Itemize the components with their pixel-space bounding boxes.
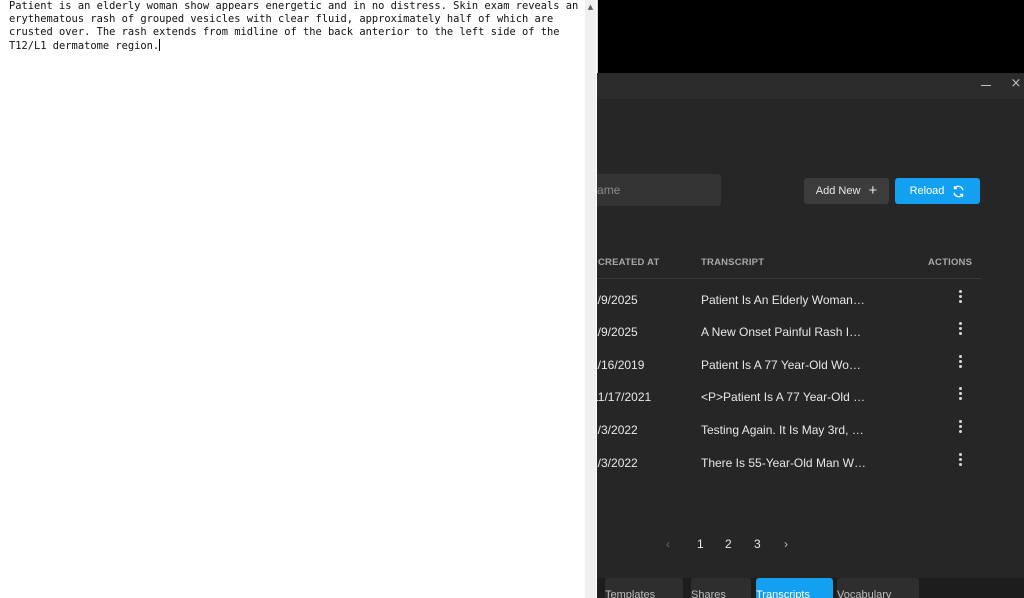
cell-created-at: 11/17/2021	[597, 390, 652, 404]
cell-transcript[interactable]: There Is 55-Year-Old Man Wit...	[701, 456, 867, 470]
cell-created-at: 2/3/2022	[597, 456, 638, 470]
more-actions-icon[interactable]	[951, 448, 969, 468]
more-actions-icon[interactable]	[951, 350, 969, 370]
add-new-button[interactable]: Add New +	[804, 178, 889, 204]
cell-transcript[interactable]: <P>Patient Is A 77 Year-Old W...	[701, 390, 867, 404]
notepad-textarea[interactable]: Patient is an elderly woman show appears…	[9, 0, 579, 53]
notepad-window[interactable]: Patient is an elderly woman show appears…	[0, 0, 598, 598]
cell-created-at: 1/16/2019	[597, 358, 645, 372]
cell-created-at: 2/3/2022	[597, 423, 638, 437]
column-header-created-at[interactable]: CREATED AT	[598, 257, 659, 268]
minimize-icon[interactable]	[981, 79, 993, 91]
tab-vocabulary[interactable]: Vocabulary	[837, 578, 919, 598]
more-actions-icon[interactable]	[951, 285, 969, 305]
cell-created-at: 1/9/2025	[597, 293, 638, 307]
transcripts-app-window: × Add New + Reload CREATED AT TRANSCRIPT…	[597, 73, 1024, 598]
pagination-prev-icon[interactable]: ‹	[666, 537, 670, 551]
search-field-container	[597, 174, 721, 206]
pagination-page-3[interactable]: 3	[754, 537, 761, 551]
tab-templates[interactable]: Templates	[605, 578, 683, 598]
column-header-actions: ACTIONS	[928, 257, 973, 268]
cell-transcript[interactable]: A New Onset Painful Rash In A...	[701, 325, 867, 339]
cell-created-at: 1/9/2025	[597, 325, 638, 339]
pagination-page-2[interactable]: 2	[725, 537, 732, 551]
table-row[interactable]: 11/17/2021 <P>Patient Is A 77 Year-Old W…	[597, 387, 981, 422]
search-input[interactable]	[597, 174, 721, 206]
close-icon[interactable]: ×	[1010, 77, 1022, 90]
cell-transcript[interactable]: Testing Again. It Is May 3rd, 8:1...	[701, 423, 867, 437]
table-row[interactable]: 1/9/2025 Patient Is An Elderly Woman S..…	[597, 290, 981, 325]
column-header-transcript[interactable]: TRANSCRIPT	[701, 257, 764, 268]
add-new-label: Add New	[815, 185, 861, 197]
more-actions-icon[interactable]	[951, 317, 969, 337]
more-actions-icon[interactable]	[951, 382, 969, 402]
scroll-up-arrow-icon[interactable]: ▲	[585, 0, 596, 14]
table-header-divider	[597, 278, 981, 279]
plus-icon: +	[868, 182, 878, 199]
cell-transcript[interactable]: Patient Is A 77 Year-Old Wom...	[701, 358, 867, 372]
reload-label: Reload	[909, 185, 945, 197]
pagination-next-icon[interactable]: ›	[784, 537, 788, 551]
notepad-scrollbar[interactable]: ▲	[585, 0, 596, 598]
app-titlebar: ×	[597, 73, 1024, 99]
table-row[interactable]: 1/9/2025 A New Onset Painful Rash In A..…	[597, 322, 981, 357]
tab-transcripts[interactable]: Transcripts	[756, 578, 833, 598]
notepad-content: Patient is an elderly woman show appears…	[9, 0, 585, 52]
text-caret	[159, 39, 161, 51]
tab-shares[interactable]: Shares	[691, 578, 751, 598]
reload-button[interactable]: Reload	[895, 178, 980, 204]
pagination-page-1[interactable]: 1	[697, 537, 704, 551]
table-row[interactable]: 1/16/2019 Patient Is A 77 Year-Old Wom..…	[597, 355, 981, 390]
table-row[interactable]: 2/3/2022 There Is 55-Year-Old Man Wit...	[597, 453, 981, 488]
table-row[interactable]: 2/3/2022 Testing Again. It Is May 3rd, 8…	[597, 420, 981, 455]
bottom-tab-bar: Templates Shares Transcripts Vocabulary	[597, 578, 1024, 598]
cell-transcript[interactable]: Patient Is An Elderly Woman S...	[701, 293, 867, 307]
refresh-icon	[952, 185, 965, 198]
more-actions-icon[interactable]	[951, 415, 969, 435]
